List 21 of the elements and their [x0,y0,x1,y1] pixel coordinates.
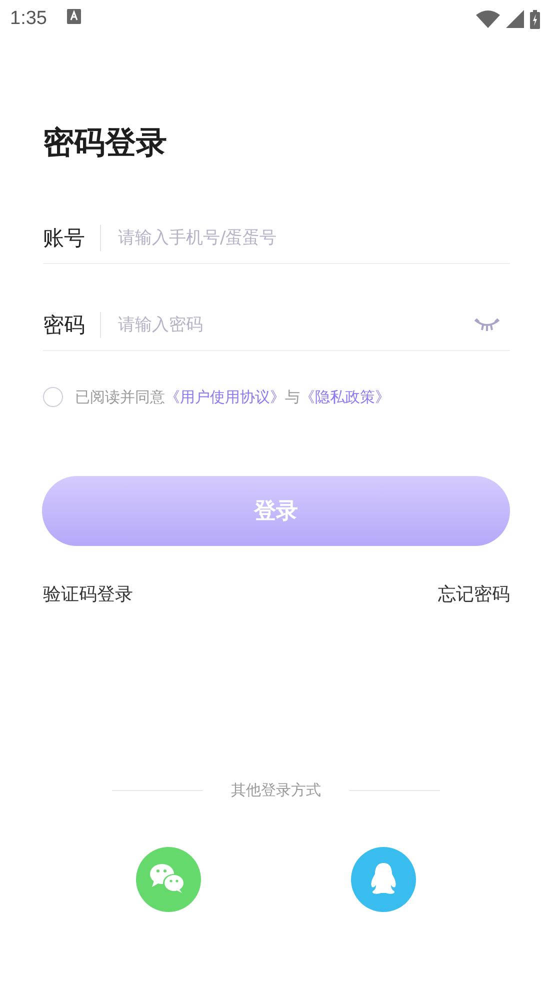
battery-charging-icon [530,10,540,28]
agreement-link[interactable]: 《用户使用协议》 [165,388,285,406]
status-time: 1:35 [10,8,47,30]
text-link[interactable]: 忘记密码 [438,583,510,607]
penguin-icon[interactable] [351,847,416,912]
section-label: 其他登录方式 [231,780,321,800]
field-label: 密码 [43,312,85,339]
keyboard-notification-icon [66,8,81,24]
input-field[interactable]: 请输入手机号/蛋蛋号 [118,228,510,248]
agreement-checkbox[interactable] [43,387,63,407]
field-label: 账号 [43,225,85,252]
chat-bubbles-icon[interactable] [136,847,201,912]
page-title: 密码登录 [43,124,168,163]
closed-eye-icon[interactable] [474,318,500,332]
text-link[interactable]: 验证码登录 [43,583,133,607]
signal-icon [506,10,524,28]
agreement-link[interactable]: 《隐私政策》 [300,388,390,406]
input-field[interactable]: 请输入密码 [118,315,474,335]
login-button[interactable]: 登录 [42,476,510,546]
wifi-icon [476,10,500,28]
agreement-text: 已阅读并同意《用户使用协议》与《隐私政策》 [75,388,390,406]
